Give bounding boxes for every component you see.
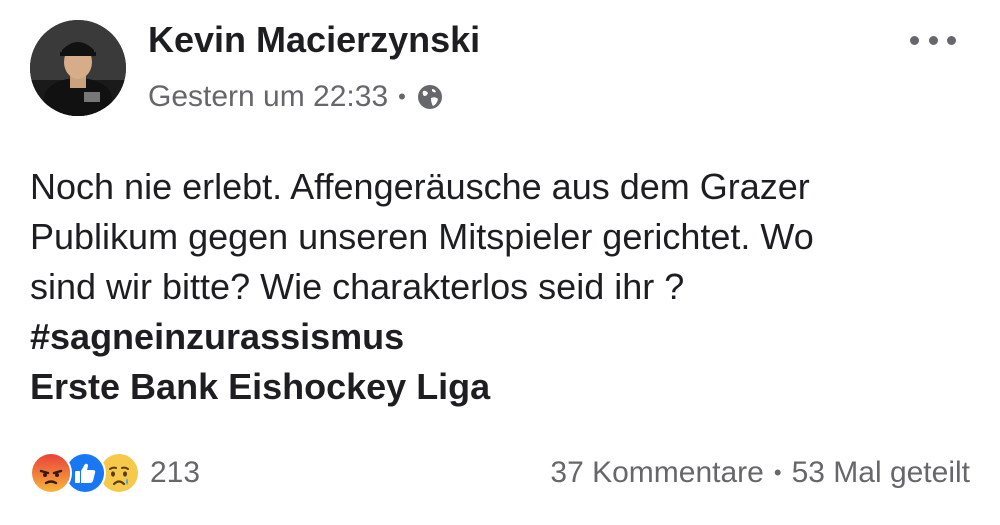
angry-reaction-icon xyxy=(30,452,72,494)
post-timestamp[interactable]: Gestern um 22:33 xyxy=(148,80,388,114)
avatar[interactable] xyxy=(30,20,126,116)
page-tag-link[interactable]: Erste Bank Eishockey Liga xyxy=(30,362,970,412)
author-name[interactable]: Kevin Macierzynski xyxy=(148,19,480,61)
globe-icon[interactable] xyxy=(416,83,444,111)
meta-separator: • xyxy=(398,84,406,109)
comments-count-link[interactable]: 37 Kommentare xyxy=(550,456,763,490)
profile-photo-icon xyxy=(30,20,126,116)
facebook-post: Kevin Macierzynski Gestern um 22:33 • No… xyxy=(0,0,1000,525)
post-body: Noch nie erlebt. Affengeräusche aus dem … xyxy=(30,162,970,412)
stats-separator: • xyxy=(773,460,782,485)
post-text-line: Publikum gegen unseren Mitspieler gerich… xyxy=(30,216,814,257)
shares-count-link[interactable]: 53 Mal geteilt xyxy=(792,456,970,490)
post-meta: Gestern um 22:33 • xyxy=(148,80,444,114)
post-footer: 213 37 Kommentare • 53 Mal geteilt xyxy=(30,448,970,498)
reaction-count[interactable]: 213 xyxy=(150,456,200,490)
hashtag-link[interactable]: #sagneinzurassismus xyxy=(30,312,970,362)
post-text-line: sind wir bitte? Wie charakterlos seid ih… xyxy=(30,266,685,307)
reactions-summary[interactable]: 213 xyxy=(30,452,200,494)
engagement-stats: 37 Kommentare • 53 Mal geteilt xyxy=(550,456,970,490)
more-options-icon[interactable] xyxy=(910,28,956,52)
post-text-line: Noch nie erlebt. Affengeräusche aus dem … xyxy=(30,166,810,207)
